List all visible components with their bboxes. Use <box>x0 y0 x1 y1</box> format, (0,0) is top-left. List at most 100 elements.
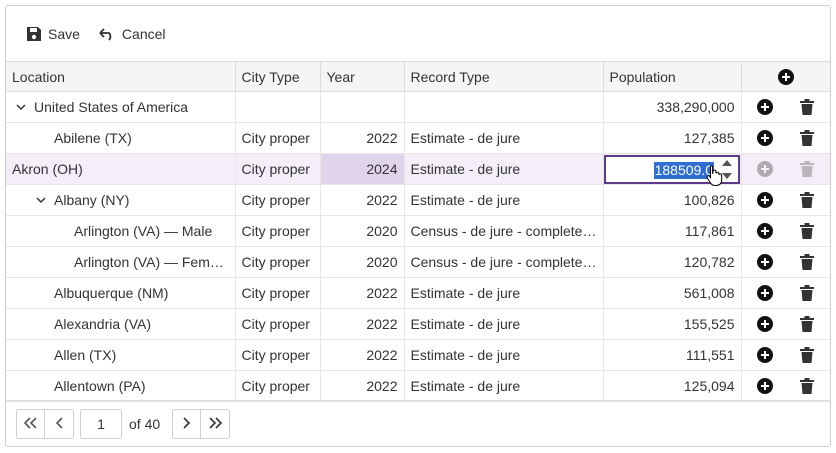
add-icon[interactable] <box>754 189 776 211</box>
data-table: Location City Type Year Record Type Popu… <box>6 61 830 402</box>
city-type-cell: City proper <box>235 153 321 185</box>
spin-down-icon[interactable] <box>719 171 735 182</box>
location-cell: Albany (NY) <box>6 184 236 216</box>
record-type-cell: Census - de jure - complete… <box>404 215 604 247</box>
chevron-down-icon[interactable] <box>14 103 28 111</box>
delete-icon[interactable] <box>796 375 818 397</box>
population-editor-value[interactable]: 188509.0 <box>653 161 714 179</box>
actions-cell <box>741 277 830 309</box>
year-cell: 2020 <box>320 246 405 278</box>
population-spinner[interactable] <box>719 158 735 182</box>
city-type-cell <box>235 91 321 123</box>
column-header-population[interactable]: Population <box>603 61 742 92</box>
add-icon[interactable] <box>754 220 776 242</box>
table-row[interactable]: Albuquerque (NM) City proper 2022 Estima… <box>6 277 830 309</box>
population-cell: 111,551 <box>603 339 742 371</box>
location-label: Akron (OH) <box>12 161 83 177</box>
last-page-button[interactable] <box>201 409 231 439</box>
location-cell: Arlington (VA) — Male <box>6 215 236 247</box>
population-editor-cell: 188509.0 <box>603 153 742 185</box>
location-label: Abilene (TX) <box>54 130 132 146</box>
year-cell: 2022 <box>320 277 405 309</box>
add-icon[interactable] <box>754 96 776 118</box>
location-cell: Abilene (TX) <box>6 122 236 154</box>
location-cell: Arlington (VA) — Female <box>6 246 236 278</box>
save-button[interactable]: Save <box>26 26 80 42</box>
spin-up-icon[interactable] <box>719 158 735 169</box>
next-page-button[interactable] <box>172 409 202 439</box>
record-type-cell: Estimate - de jure <box>404 339 604 371</box>
population-cell: 117,861 <box>603 215 742 247</box>
first-page-button[interactable] <box>16 409 45 439</box>
delete-icon[interactable] <box>796 127 818 149</box>
table-row[interactable]: Abilene (TX) City proper 2022 Estimate -… <box>6 122 830 154</box>
page-count-label: of 40 <box>129 416 161 432</box>
page-number-input[interactable] <box>80 409 122 439</box>
table-row[interactable]: Albany (NY) City proper 2022 Estimate - … <box>6 184 830 216</box>
cancel-button[interactable]: Cancel <box>98 26 166 42</box>
actions-cell <box>741 184 830 216</box>
toolbar: Save Cancel <box>6 6 830 61</box>
column-header-year[interactable]: Year <box>320 61 405 92</box>
location-label: Albuquerque (NM) <box>54 285 169 301</box>
delete-icon[interactable] <box>796 344 818 366</box>
year-cell <box>320 91 405 123</box>
table-row[interactable]: Arlington (VA) — Male City proper 2020 C… <box>6 215 830 247</box>
add-icon[interactable] <box>754 344 776 366</box>
table-row[interactable]: Alexandria (VA) City proper 2022 Estimat… <box>6 308 830 340</box>
header-row: Location City Type Year Record Type Popu… <box>6 61 830 92</box>
add-icon[interactable] <box>754 282 776 304</box>
population-cell: 100,826 <box>603 184 742 216</box>
actions-cell <box>741 370 830 402</box>
table-row[interactable]: Allentown (PA) City proper 2022 Estimate… <box>6 370 830 402</box>
record-type-cell: Estimate - de jure <box>404 122 604 154</box>
delete-icon[interactable] <box>796 220 818 242</box>
year-cell: 2022 <box>320 184 405 216</box>
delete-icon[interactable] <box>796 313 818 335</box>
add-icon[interactable] <box>754 127 776 149</box>
add-icon <box>754 158 776 180</box>
delete-icon[interactable] <box>796 96 818 118</box>
delete-icon[interactable] <box>796 189 818 211</box>
column-header-location[interactable]: Location <box>6 61 236 92</box>
actions-cell <box>741 215 830 247</box>
location-cell: Alexandria (VA) <box>6 308 236 340</box>
location-label: Arlington (VA) — Female <box>74 254 229 270</box>
year-cell: 2020 <box>320 215 405 247</box>
actions-cell <box>741 308 830 340</box>
population-cell: 155,525 <box>603 308 742 340</box>
column-header-record-type[interactable]: Record Type <box>404 61 604 92</box>
add-icon[interactable] <box>754 313 776 335</box>
actions-cell <box>741 339 830 371</box>
add-root-icon[interactable] <box>777 69 794 86</box>
record-type-cell: Estimate - de jure <box>404 184 604 216</box>
delete-icon <box>796 158 818 180</box>
record-type-cell: Estimate - de jure <box>404 308 604 340</box>
prev-page-button[interactable] <box>45 409 74 439</box>
last-page-icon <box>207 416 223 432</box>
location-label: Albany (NY) <box>54 192 130 208</box>
column-header-city-type[interactable]: City Type <box>235 61 321 92</box>
table-row-editing[interactable]: Akron (OH) City proper 2024 Estimate - d… <box>6 153 830 185</box>
delete-icon[interactable] <box>796 282 818 304</box>
header-add-cell <box>741 61 830 92</box>
city-type-cell: City proper <box>235 122 321 154</box>
location-label: Alexandria (VA) <box>54 316 152 332</box>
population-cell: 561,008 <box>603 277 742 309</box>
add-icon[interactable] <box>754 251 776 273</box>
city-type-cell: City proper <box>235 308 321 340</box>
location-cell: Akron (OH) <box>6 153 236 185</box>
cancel-label: Cancel <box>121 25 166 42</box>
table-row[interactable]: United States of America 338,290,000 <box>6 91 830 123</box>
table-row[interactable]: Allen (TX) City proper 2022 Estimate - d… <box>6 339 830 371</box>
delete-icon[interactable] <box>796 251 818 273</box>
add-icon[interactable] <box>754 375 776 397</box>
chevron-down-icon[interactable] <box>34 196 48 204</box>
population-editor[interactable]: 188509.0 <box>604 154 740 184</box>
year-cell: 2024 <box>320 153 405 185</box>
table-row[interactable]: Arlington (VA) — Female City proper 2020… <box>6 246 830 278</box>
record-type-cell: Estimate - de jure <box>404 370 604 402</box>
year-cell: 2022 <box>320 370 405 402</box>
save-label: Save <box>48 25 80 42</box>
record-type-cell: Estimate - de jure <box>404 153 604 185</box>
